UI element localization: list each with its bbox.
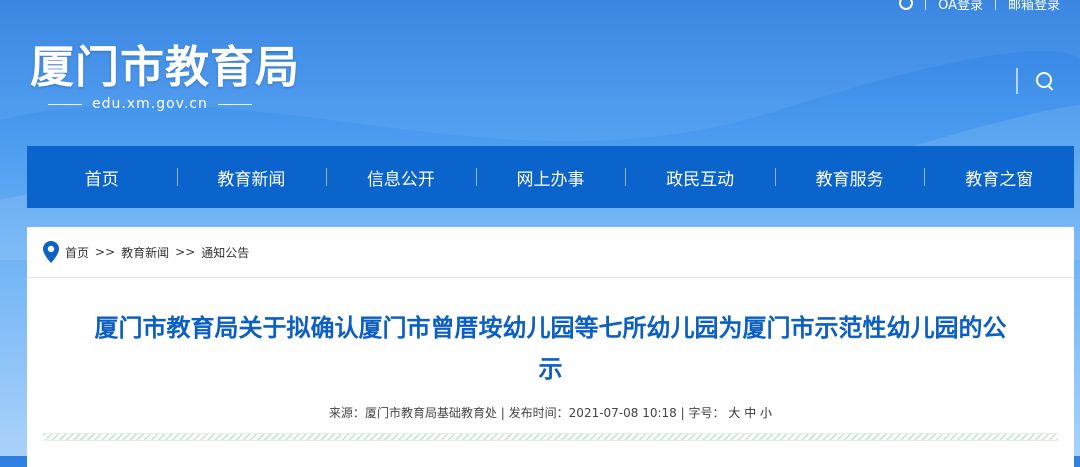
font-size-label: 字号： [688,406,725,420]
breadcrumb-notices[interactable]: 通知公告 [201,244,249,261]
decorative-line [217,103,252,105]
meta-divider: | [500,406,505,420]
nav-item-education-window[interactable]: 教育之窗 [924,165,1074,190]
font-size-large-button[interactable]: 大 [728,406,740,420]
search-icon[interactable] [1036,72,1054,90]
circle-icon[interactable] [899,0,914,10]
source-label: 来源： [328,406,365,420]
decorative-divider [43,433,1058,441]
article-title: 厦门市教育局关于拟确认厦门市曾厝垵幼儿园等七所幼儿园为厦门市示范性幼儿园的公示 [94,314,1007,383]
publish-time: 2021-07-08 10:18 [568,406,677,420]
font-size-small-button[interactable]: 小 [760,406,772,420]
site-domain: edu.xm.gov.cn [92,96,208,112]
location-pin-icon [43,241,59,263]
search-area [1016,68,1054,94]
breadcrumb-home[interactable]: 首页 [65,244,89,261]
search-divider [1016,68,1018,94]
nav-item-education-services[interactable]: 教育服务 [774,165,925,190]
breadcrumb-separator: >> [175,245,196,259]
font-size-medium-button[interactable]: 中 [744,406,756,420]
site-logo[interactable]: 厦门市教育局 edu.xm.gov.cn [30,42,300,112]
mail-login-link[interactable]: 邮箱登录 [1008,0,1060,13]
content-card: 首页 >> 教育新闻 >> 通知公告 厦门市教育局关于拟确认厦门市曾厝垵幼儿园等… [27,227,1074,467]
divider [994,0,996,10]
source-value: 厦门市教育局基础教育处 [364,406,497,420]
top-links: OA登录 邮箱登录 [899,0,1060,13]
nav-item-info-disclosure[interactable]: 信息公开 [326,165,476,190]
site-domain-row: edu.xm.gov.cn [48,96,300,112]
nav-item-online-services[interactable]: 网上办事 [475,165,626,190]
meta-divider: | [680,406,685,420]
divider [925,0,927,10]
breadcrumb-separator: >> [95,245,116,259]
publish-label: 发布时间： [508,406,569,420]
nav-item-interaction[interactable]: 政民互动 [625,165,775,190]
oa-login-link[interactable]: OA登录 [938,0,983,13]
nav-item-education-news[interactable]: 教育新闻 [176,165,327,190]
nav-item-home[interactable]: 首页 [27,165,177,190]
decorative-line [48,103,82,105]
site-title: 厦门市教育局 [30,42,300,93]
main-nav: 首页 教育新闻 信息公开 网上办事 政民互动 教育服务 教育之窗 [27,146,1074,208]
article-meta: 来源：厦门市教育局基础教育处 | 发布时间：2021-07-08 10:18 |… [27,404,1074,421]
breadcrumb: 首页 >> 教育新闻 >> 通知公告 [27,227,1074,278]
breadcrumb-education-news[interactable]: 教育新闻 [121,244,169,261]
background-wave-decoration [0,0,1080,260]
